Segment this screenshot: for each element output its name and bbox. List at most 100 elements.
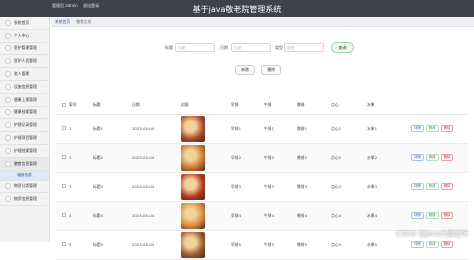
- cell-lunch: 午餐1: [264, 114, 297, 144]
- sidebar-item-label: 物资信息管理: [14, 196, 37, 202]
- menu-icon: [5, 196, 11, 203]
- menu-icon: [5, 135, 11, 142]
- search-date-input[interactable]: 日期: [231, 43, 271, 52]
- sidebar-item-label: 健康档案管理: [14, 109, 37, 115]
- select-all-checkbox[interactable]: [62, 102, 66, 107]
- sidebar-item[interactable]: 护理项目管理: [0, 132, 49, 145]
- toolbar: 新增 删除: [235, 65, 286, 75]
- add-button[interactable]: 新增: [235, 65, 255, 75]
- sidebar-item-label: 物资分类管理: [14, 183, 37, 189]
- sidebar-item[interactable]: 物资分类管理: [0, 181, 49, 194]
- view-button[interactable]: 详情: [411, 212, 424, 219]
- delete-button[interactable]: 删除: [261, 65, 282, 75]
- cell-breakfast: 早餐2: [231, 143, 264, 173]
- view-button[interactable]: 详情: [411, 154, 424, 161]
- edit-button[interactable]: 修改: [425, 125, 439, 132]
- sidebar-item[interactable]: 医护人员管理: [0, 55, 49, 69]
- table-row: 3 标题3 2023-05-04 早餐3 午餐3 晚餐3 点心3 水果3 详情 修改 删除: [56, 172, 468, 202]
- row-select-cell: [56, 201, 69, 231]
- column-header: 索号: [69, 97, 93, 115]
- row-actions: 详情 修改 删除: [411, 114, 468, 144]
- sidebar-item[interactable]: 物资信息管理: [0, 193, 49, 207]
- cell-snack: 点心4: [331, 201, 367, 231]
- column-header: 晚餐: [297, 97, 331, 115]
- sidebar-item-label: 医护人员管理: [14, 58, 37, 64]
- cell-breakfast: 早餐5: [231, 230, 264, 260]
- cell-lunch: 午餐5: [264, 230, 297, 260]
- row-delete-button[interactable]: 删除: [440, 212, 454, 219]
- menu-icon: [5, 58, 11, 65]
- row-checkbox[interactable]: [62, 155, 66, 159]
- menu-icon: [5, 45, 11, 52]
- view-button[interactable]: 详情: [411, 183, 424, 190]
- sidebar-item-label: 护理记录管理: [14, 122, 37, 128]
- edit-button[interactable]: 修改: [425, 241, 439, 248]
- sidebar-item[interactable]: 健康档案管理: [0, 107, 49, 120]
- row-checkbox[interactable]: [62, 242, 66, 246]
- cell-lunch: 午餐2: [264, 143, 297, 173]
- search-button[interactable]: 查询: [331, 42, 354, 53]
- cell-index: 4: [69, 201, 93, 231]
- view-button[interactable]: 详情: [411, 125, 424, 132]
- cover-cell: [181, 201, 231, 231]
- row-checkbox[interactable]: [62, 213, 66, 217]
- sidebar-item[interactable]: 护理记录管理: [0, 119, 49, 133]
- sidebar-item-label: 护理项目管理: [14, 135, 37, 141]
- row-delete-button[interactable]: 删除: [440, 125, 454, 132]
- menu-icon: [5, 147, 11, 154]
- search-type-input[interactable]: 类型: [284, 43, 324, 52]
- row-select-cell: [56, 172, 69, 202]
- sidebar-item-label: 系统首页: [14, 19, 30, 25]
- view-button[interactable]: 详情: [411, 241, 424, 248]
- cell-snack: 点心5: [331, 230, 367, 260]
- sidebar-item[interactable]: 系统首页: [0, 17, 49, 30]
- main-content: 系统首页 膳食信息 标题 标题 日期 日期 类型 类型 查询 新增 删除 索号标…: [51, 17, 474, 260]
- edit-button[interactable]: 修改: [425, 183, 439, 190]
- sidebar-item[interactable]: 个人中心: [0, 30, 49, 43]
- row-select-cell: [56, 143, 69, 173]
- row-actions: 详情 修改 删除: [411, 172, 468, 202]
- sidebar-item[interactable]: 健康上报管理: [0, 94, 49, 107]
- row-delete-button[interactable]: 删除: [440, 241, 454, 248]
- cell-date: 2023-05-04: [132, 201, 181, 231]
- row-checkbox[interactable]: [62, 184, 66, 188]
- sidebar-item-label: 健康上报管理: [14, 96, 37, 102]
- cell-snack: 点心2: [331, 143, 367, 173]
- sidebar-item[interactable]: 设施信息管理: [0, 81, 49, 94]
- breadcrumb-current: 膳食信息: [76, 18, 92, 24]
- cell-fruit: 水果3: [367, 172, 411, 202]
- sidebar-item-label: 膳食信息管理: [14, 160, 37, 166]
- search-type-label: 类型: [275, 45, 283, 50]
- cell-dinner: 晚餐5: [297, 230, 331, 260]
- cover-cell: [181, 143, 231, 173]
- cell-breakfast: 早餐3: [231, 172, 264, 202]
- cell-title: 标题4: [93, 201, 132, 231]
- breadcrumb-home[interactable]: 系统首页: [55, 19, 70, 25]
- edit-button[interactable]: 修改: [425, 212, 439, 219]
- column-header: 早餐: [231, 97, 264, 115]
- menu-icon: [5, 160, 11, 167]
- sidebar-subitem[interactable]: 膳食信息: [0, 170, 49, 181]
- menu-icon: [5, 183, 11, 190]
- row-select-cell: [56, 230, 69, 260]
- sidebar-item[interactable]: 老人管理: [0, 68, 49, 81]
- search-title-input[interactable]: 标题: [175, 43, 215, 52]
- cell-index: 3: [69, 172, 93, 202]
- row-delete-button[interactable]: 删除: [440, 183, 454, 190]
- sidebar-item-label: 个人中心: [14, 32, 30, 38]
- sidebar-item[interactable]: 护理档案管理: [0, 145, 49, 158]
- cell-fruit: 水果1: [367, 114, 411, 144]
- sidebar-item[interactable]: 膳食信息管理: [0, 157, 49, 171]
- table-row: 4 标题4 2023-05-04 早餐4 午餐4 晚餐4 点心4 水果4 详情 修改 删除: [56, 201, 468, 231]
- edit-button[interactable]: 修改: [425, 154, 439, 161]
- column-header: 午餐: [264, 97, 297, 115]
- cell-snack: 点心1: [331, 114, 367, 144]
- cover-cell: [181, 172, 231, 202]
- cell-date: 2023-05-04: [132, 114, 181, 144]
- cell-breakfast: 早餐1: [231, 114, 264, 144]
- cell-breakfast: 早餐4: [231, 201, 264, 231]
- row-delete-button[interactable]: 删除: [440, 154, 454, 161]
- sidebar-item[interactable]: 医护管理管理: [0, 43, 49, 56]
- row-select-cell: [56, 114, 69, 144]
- row-checkbox[interactable]: [62, 126, 66, 130]
